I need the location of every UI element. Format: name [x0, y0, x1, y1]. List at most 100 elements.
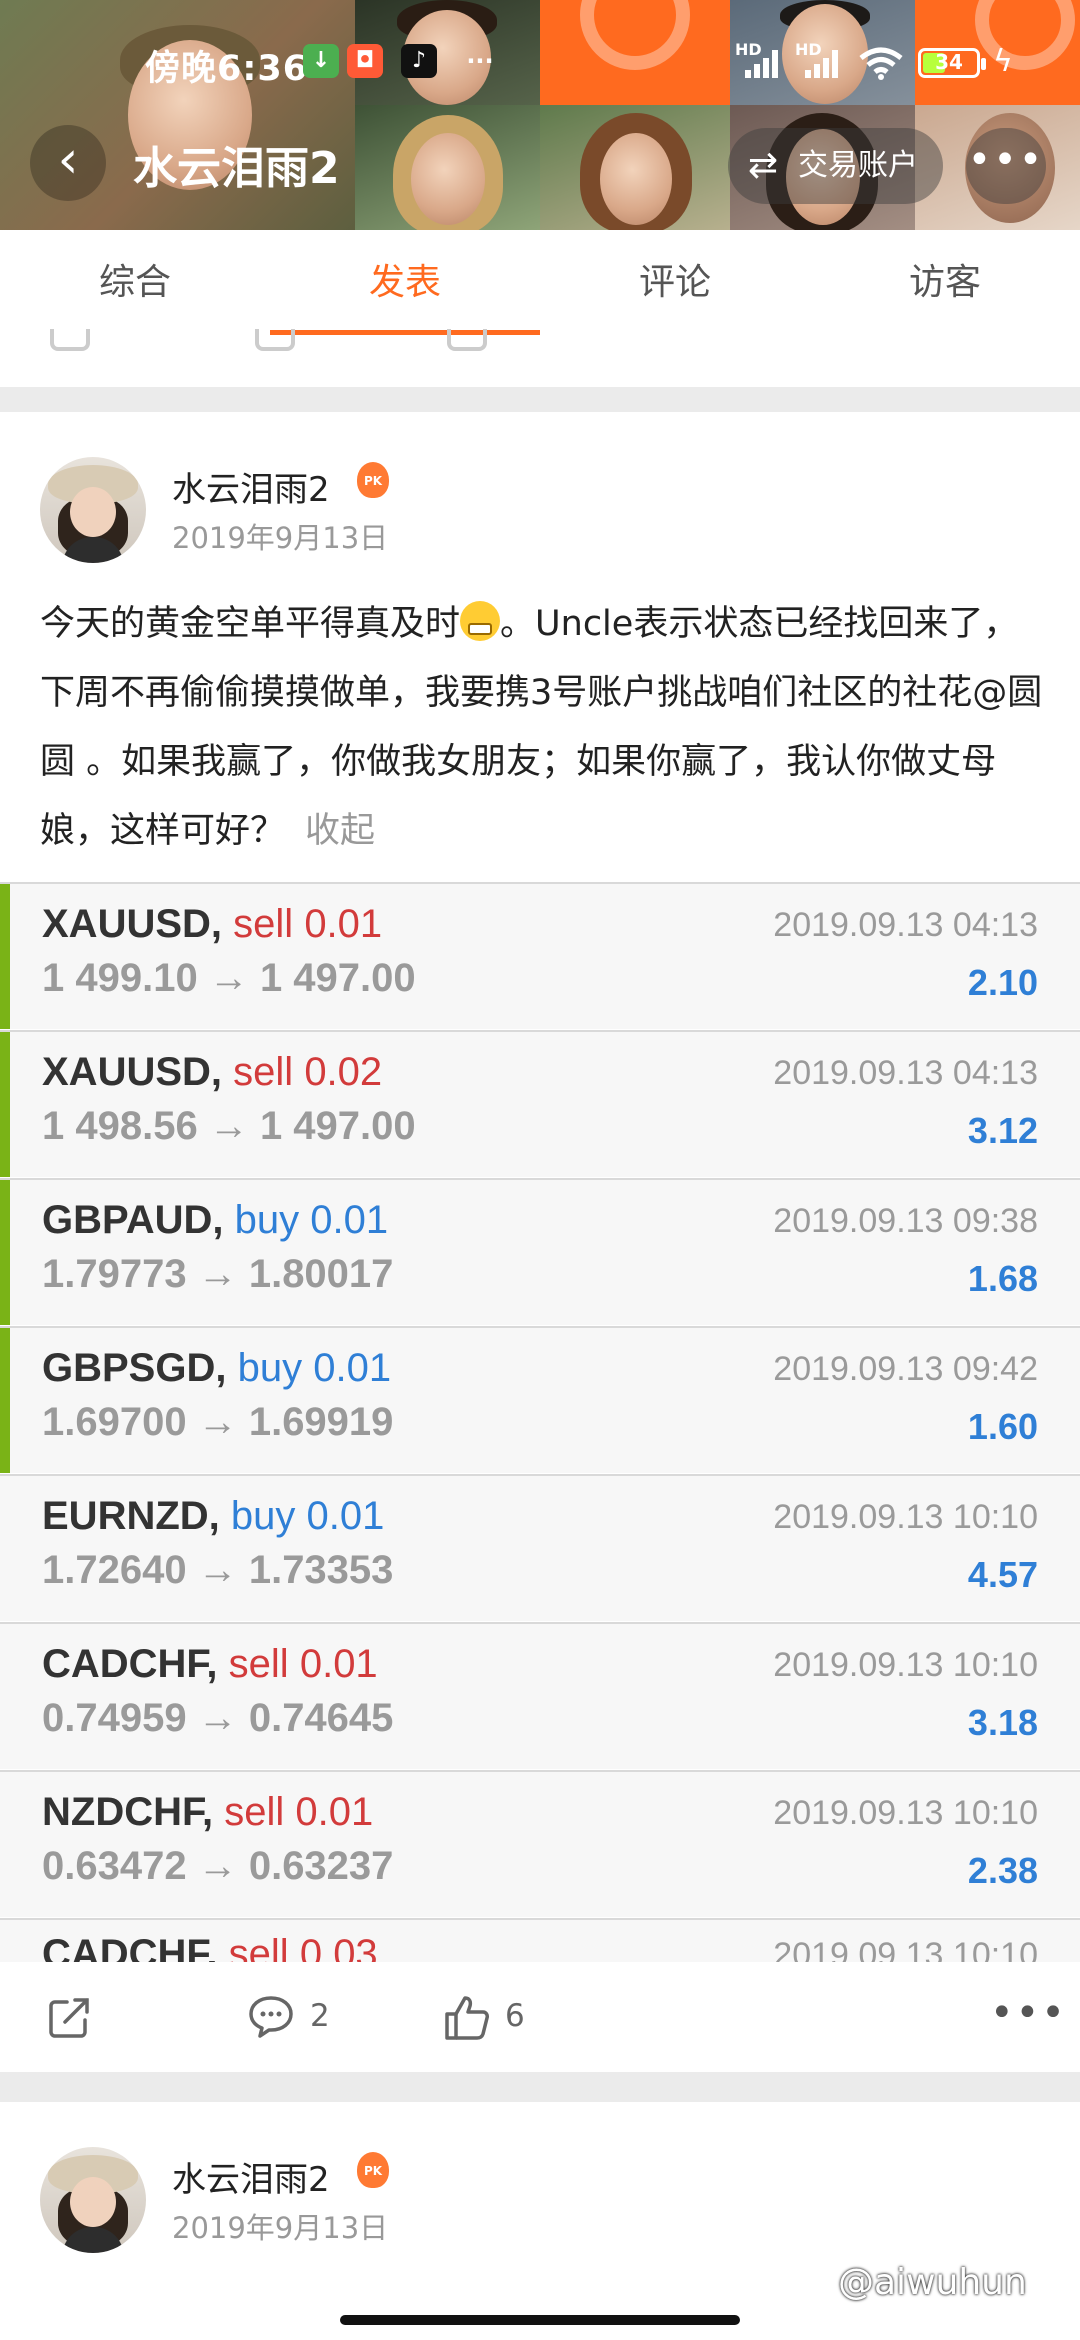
grin-emoji-icon: [460, 601, 501, 641]
profile-header: 傍晚6:36 ↓ ◘ ♪ ··· HD HD 34 ϟ ‹ 水云泪雨2 ⇄ 交易…: [0, 0, 1080, 230]
post-username[interactable]: 水云泪雨2: [172, 462, 330, 511]
trade-row[interactable]: GBPSGD, buy 0.01 1.69700 → 1.69919 2019.…: [0, 1326, 1080, 1473]
trade-side: buy: [230, 1494, 296, 1538]
trade-close-price: 1.80017: [248, 1252, 394, 1296]
trade-time: 2019.09.13 10:10: [773, 1498, 1038, 1536]
trade-time: 2019.09.13 09:38: [773, 1202, 1038, 1240]
trading-account-button[interactable]: ⇄ 交易账户: [728, 128, 943, 204]
like-icon: [447, 329, 487, 351]
status-time: 傍晚6:36: [145, 49, 309, 89]
trade-lots: 0.01: [299, 1642, 378, 1686]
trade-marker: [0, 1328, 10, 1473]
trade-symbol: GBPAUD,: [42, 1198, 224, 1242]
wifi-icon: [859, 47, 903, 80]
trade-lots: 0.01: [313, 1346, 392, 1390]
trade-symbol: GBPSGD,: [42, 1346, 227, 1390]
tiktok-icon: ♪: [401, 44, 437, 78]
trade-open-price: 1.79773: [42, 1252, 187, 1296]
post-more-button[interactable]: •••: [990, 1990, 1067, 2036]
post-text: 今天的黄金空单平得真及时 。Uncle表示状态已经找回来了，下周不再偷偷摸摸做单，…: [40, 590, 1050, 866]
signal-strength-icon: [745, 48, 785, 78]
trade-close-price: 1.73353: [248, 1548, 394, 1592]
trade-lots: 0.01: [304, 902, 383, 946]
comment-count: 2: [310, 1998, 330, 2034]
trade-open-price: 0.74959: [42, 1696, 187, 1740]
tab-overview[interactable]: 综合: [0, 230, 270, 337]
trade-row[interactable]: EURNZD, buy 0.01 1.72640 → 1.73353 2019.…: [0, 1474, 1080, 1621]
trade-symbol: NZDCHF,: [42, 1790, 214, 1834]
trade-side: sell: [228, 1642, 289, 1686]
share-icon[interactable]: [47, 1996, 91, 2040]
post-card: 水云泪雨2 PK 2019年9月13日: [0, 2102, 1080, 2340]
post-card: 水云泪雨2 PK 2019年9月13日 今天的黄金空单平得真及时 。Uncle表示…: [0, 412, 1080, 2072]
trade-time: 2019.09.13 10:10: [773, 1936, 1038, 1962]
comment-icon[interactable]: [247, 1994, 295, 2040]
watermark: @aiwuhun: [838, 2262, 1027, 2303]
collapse-link[interactable]: 收起: [305, 811, 375, 851]
trade-marker: [0, 1180, 10, 1325]
chevron-left-icon: ‹: [57, 130, 79, 190]
trade-time: 2019.09.13 04:13: [773, 1054, 1038, 1092]
trade-symbol: CADCHF,: [42, 1932, 218, 1962]
trade-row[interactable]: CADCHF, sell 0.01 0.74959 → 0.74645 2019…: [0, 1622, 1080, 1769]
ellipsis-icon: •••: [967, 137, 1045, 183]
signal-strength-icon: [805, 48, 845, 78]
tab-posts[interactable]: 发表: [270, 230, 540, 337]
avatar[interactable]: [40, 457, 146, 563]
share-icon: [50, 329, 90, 351]
like-count: 6: [505, 1998, 525, 2034]
trade-profit: 3.18: [967, 1702, 1038, 1743]
download-icon: ↓: [303, 44, 339, 78]
trade-close-price: 1 497.00: [259, 956, 416, 1000]
trade-lots: 0.01: [306, 1494, 385, 1538]
thumbs-up-icon[interactable]: [443, 1994, 491, 2042]
trade-open-price: 0.63472: [42, 1844, 187, 1888]
tab-visitors[interactable]: 访客: [810, 230, 1080, 337]
trade-profit: 3.12: [967, 1110, 1038, 1151]
more-options-button[interactable]: •••: [966, 128, 1046, 204]
trade-symbol: CADCHF,: [42, 1642, 218, 1686]
charging-icon: ϟ: [993, 44, 1013, 79]
back-button[interactable]: ‹: [30, 125, 106, 201]
avatar[interactable]: [40, 2147, 146, 2253]
tab-comments[interactable]: 评论: [540, 230, 810, 337]
trade-open-price: 1.69700: [42, 1400, 187, 1444]
trade-open-price: 1.72640: [42, 1548, 187, 1592]
trade-lots: 0.02: [304, 1050, 383, 1094]
comment-icon: [255, 329, 295, 351]
trade-side: sell: [224, 1790, 285, 1834]
trade-side: sell: [233, 1050, 294, 1094]
pk-badge-icon: PK: [357, 2152, 389, 2190]
trade-side: buy: [237, 1346, 303, 1390]
trade-lots: 0.01: [310, 1198, 389, 1242]
trade-row-partial[interactable]: CADCHF, sell 0.03 2019.09.13 10:10: [0, 1918, 1080, 1962]
trade-time: 2019.09.13 10:10: [773, 1646, 1038, 1684]
previous-post-actions: [0, 329, 1080, 387]
trade-close-price: 0.74645: [248, 1696, 394, 1740]
post-username[interactable]: 水云泪雨2: [172, 2152, 330, 2201]
trading-account-label: 交易账户: [798, 148, 918, 183]
trade-side: sell: [233, 902, 294, 946]
trade-row[interactable]: GBPAUD, buy 0.01 1.79773 → 1.80017 2019.…: [0, 1178, 1080, 1325]
battery-icon: 34: [918, 48, 986, 78]
trade-row[interactable]: XAUUSD, sell 0.01 1 499.10 → 1 497.00 20…: [0, 882, 1080, 1029]
trade-row[interactable]: XAUUSD, sell 0.02 1 498.56 → 1 497.00 20…: [0, 1030, 1080, 1177]
trade-row[interactable]: NZDCHF, sell 0.01 0.63472 → 0.63237 2019…: [0, 1770, 1080, 1917]
trade-side: buy: [234, 1198, 300, 1242]
trade-symbol: XAUUSD,: [42, 902, 223, 946]
trade-symbol: XAUUSD,: [42, 1050, 223, 1094]
status-bar: 傍晚6:36 ↓ ◘ ♪ ··· HD HD 34 ϟ: [0, 0, 1080, 130]
trade-close-price: 1.69919: [248, 1400, 394, 1444]
trade-profit: 2.10: [967, 962, 1038, 1003]
trade-symbol: EURNZD,: [42, 1494, 220, 1538]
trade-open-price: 1 498.56: [42, 1104, 198, 1148]
trade-profit: 2.38: [967, 1850, 1038, 1891]
trade-marker: [0, 1032, 10, 1177]
ellipsis-icon: •••: [990, 1990, 1067, 2036]
trade-list: XAUUSD, sell 0.01 1 499.10 → 1 497.00 20…: [0, 882, 1080, 1962]
trade-close-price: 0.63237: [248, 1844, 394, 1888]
trade-open-price: 1 499.10: [42, 956, 198, 1000]
trade-profit: 1.60: [967, 1406, 1038, 1447]
post-text-part: 今天的黄金空单平得真及时: [40, 604, 461, 644]
home-indicator[interactable]: [340, 2315, 740, 2325]
